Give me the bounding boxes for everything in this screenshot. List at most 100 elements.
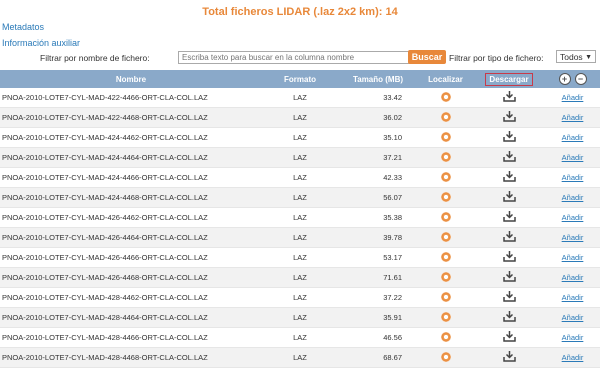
add-link[interactable]: Añadir [562, 133, 584, 142]
plus-circle-icon[interactable]: + [558, 73, 571, 85]
target-icon[interactable] [440, 291, 451, 302]
download-icon[interactable] [502, 131, 516, 142]
download-icon[interactable] [502, 191, 516, 202]
target-icon[interactable] [440, 311, 451, 322]
download-icon[interactable] [502, 171, 516, 182]
download-icon[interactable] [502, 231, 516, 242]
download-icon[interactable] [502, 111, 516, 122]
download-icon[interactable] [502, 271, 516, 282]
add-cell: Añadir [545, 267, 600, 288]
file-format-cell: LAZ [262, 227, 338, 248]
add-cell: Añadir [545, 327, 600, 348]
download-icon[interactable] [502, 351, 516, 362]
file-size-cell: 68.67 [338, 347, 418, 368]
target-icon[interactable] [440, 271, 451, 282]
add-link[interactable]: Añadir [562, 193, 584, 202]
metadata-link[interactable]: Metadatos [2, 22, 44, 32]
target-icon[interactable] [440, 351, 451, 362]
file-size-cell: 46.56 [338, 327, 418, 348]
add-link[interactable]: Añadir [562, 93, 584, 102]
add-cell: Añadir [545, 287, 600, 308]
file-format-cell: LAZ [262, 207, 338, 228]
locate-cell [418, 227, 473, 248]
download-cell [473, 187, 545, 208]
add-link[interactable]: Añadir [562, 253, 584, 262]
col-header-actions: + − [545, 70, 600, 88]
add-link[interactable]: Añadir [562, 213, 584, 222]
target-icon[interactable] [440, 151, 451, 162]
table-row: PNOA-2010-LOTE7-CYL-MAD-426-4468-ORT-CLA… [0, 267, 600, 288]
file-name-cell: PNOA-2010-LOTE7-CYL-MAD-426-4468-ORT-CLA… [0, 267, 262, 288]
add-cell: Añadir [545, 347, 600, 368]
target-icon[interactable] [440, 251, 451, 262]
table-row: PNOA-2010-LOTE7-CYL-MAD-426-4466-ORT-CLA… [0, 247, 600, 268]
add-link[interactable]: Añadir [562, 113, 584, 122]
add-link[interactable]: Añadir [562, 273, 584, 282]
add-cell: Añadir [545, 88, 600, 108]
download-icon[interactable] [502, 291, 516, 302]
col-header-size[interactable]: Tamaño (MB) [338, 70, 418, 88]
add-cell: Añadir [545, 127, 600, 148]
target-icon[interactable] [440, 191, 451, 202]
file-size-cell: 53.17 [338, 247, 418, 268]
table-row: PNOA-2010-LOTE7-CYL-MAD-426-4462-ORT-CLA… [0, 207, 600, 228]
file-size-cell: 39.78 [338, 227, 418, 248]
file-format-cell: LAZ [262, 267, 338, 288]
file-size-cell: 42.33 [338, 167, 418, 188]
download-cell [473, 167, 545, 188]
target-icon[interactable] [440, 131, 451, 142]
download-icon[interactable] [502, 91, 516, 102]
add-cell: Añadir [545, 167, 600, 188]
download-icon[interactable] [502, 211, 516, 222]
target-icon[interactable] [440, 231, 451, 242]
chevron-down-icon: ▼ [585, 54, 592, 61]
col-header-format[interactable]: Formato [262, 70, 338, 88]
download-cell [473, 267, 545, 288]
add-cell: Añadir [545, 247, 600, 268]
target-icon[interactable] [440, 91, 451, 102]
add-link[interactable]: Añadir [562, 353, 584, 362]
page-title: Total ficheros LIDAR (.laz 2x2 km): 14 [202, 6, 398, 18]
locate-cell [418, 327, 473, 348]
download-icon[interactable] [502, 331, 516, 342]
download-cell [473, 307, 545, 328]
file-size-cell: 35.10 [338, 127, 418, 148]
download-cell [473, 287, 545, 308]
download-icon[interactable] [502, 311, 516, 322]
target-icon[interactable] [440, 211, 451, 222]
add-link[interactable]: Añadir [562, 333, 584, 342]
target-icon[interactable] [440, 111, 451, 122]
download-icon[interactable] [502, 251, 516, 262]
search-button[interactable]: Buscar [408, 50, 446, 64]
aux-info-link[interactable]: Información auxiliar [2, 38, 80, 48]
locate-cell [418, 247, 473, 268]
name-filter-input[interactable] [178, 51, 412, 64]
locate-cell [418, 107, 473, 128]
locate-cell [418, 187, 473, 208]
file-format-cell: LAZ [262, 147, 338, 168]
filter-bar: Filtrar por nombre de fichero: Buscar Fi… [0, 50, 600, 66]
target-icon[interactable] [440, 171, 451, 182]
download-cell [473, 88, 545, 108]
file-format-cell: LAZ [262, 167, 338, 188]
file-format-cell: LAZ [262, 127, 338, 148]
add-link[interactable]: Añadir [562, 293, 584, 302]
minus-circle-icon[interactable]: − [574, 73, 587, 85]
add-link[interactable]: Añadir [562, 153, 584, 162]
table-row: PNOA-2010-LOTE7-CYL-MAD-426-4464-ORT-CLA… [0, 227, 600, 248]
add-link[interactable]: Añadir [562, 313, 584, 322]
add-link[interactable]: Añadir [562, 233, 584, 242]
file-name-cell: PNOA-2010-LOTE7-CYL-MAD-426-4466-ORT-CLA… [0, 247, 262, 268]
download-icon[interactable] [502, 151, 516, 162]
type-filter-select[interactable]: Todos ▼ [556, 50, 596, 63]
add-link[interactable]: Añadir [562, 173, 584, 182]
file-name-cell: PNOA-2010-LOTE7-CYL-MAD-424-4468-ORT-CLA… [0, 187, 262, 208]
locate-cell [418, 88, 473, 108]
locate-cell [418, 307, 473, 328]
table-row: PNOA-2010-LOTE7-CYL-MAD-422-4468-ORT-CLA… [0, 107, 600, 128]
file-name-cell: PNOA-2010-LOTE7-CYL-MAD-428-4468-ORT-CLA… [0, 347, 262, 368]
file-name-cell: PNOA-2010-LOTE7-CYL-MAD-426-4464-ORT-CLA… [0, 227, 262, 248]
target-icon[interactable] [440, 331, 451, 342]
col-header-name[interactable]: Nombre [0, 70, 262, 88]
type-filter-label: Filtrar por tipo de fichero: [449, 53, 544, 63]
